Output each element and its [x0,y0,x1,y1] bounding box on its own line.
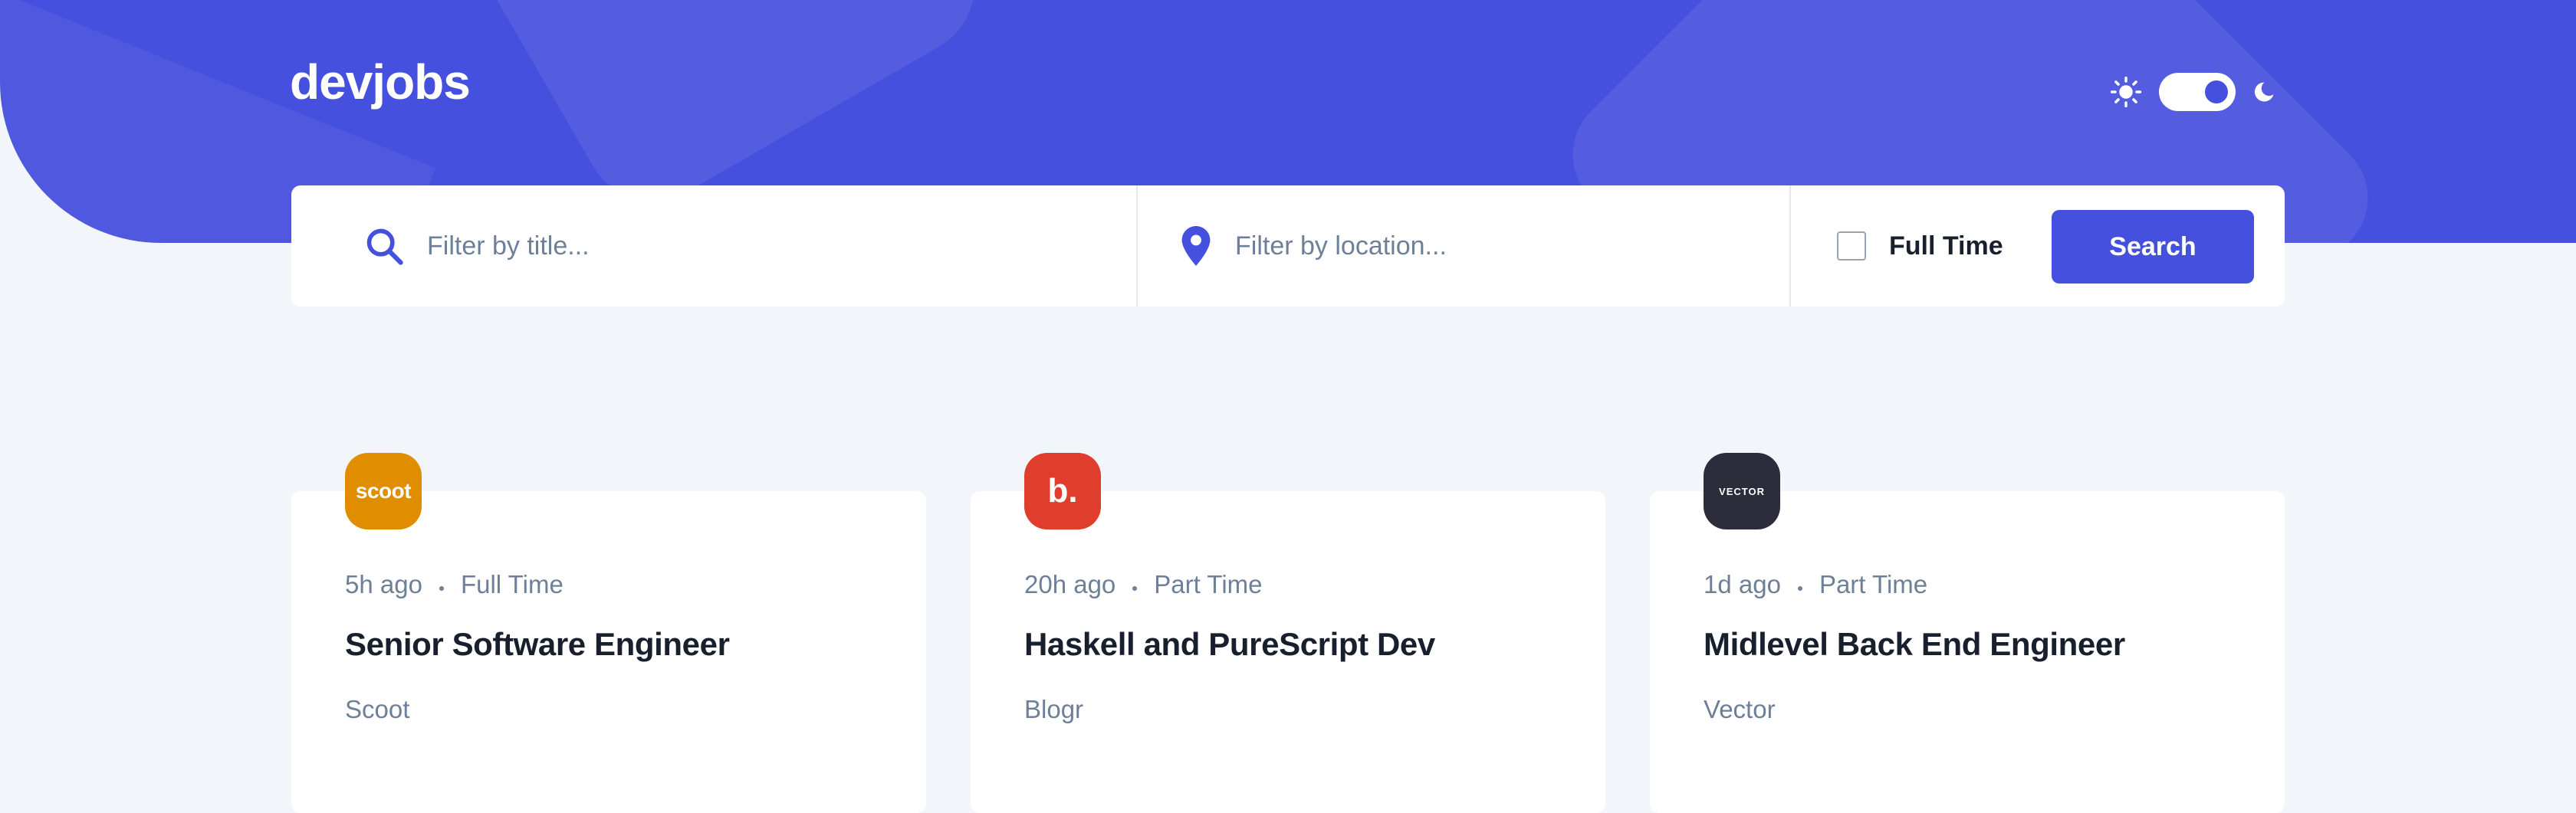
job-card[interactable]: VECTOR 1d ago Part Time Midlevel Back En… [1650,453,2285,813]
posted-time: 1d ago [1704,570,1781,598]
location-pin-icon [1181,226,1211,266]
company-name: Scoot [345,695,410,723]
title-filter [291,185,1138,307]
fulltime-label[interactable]: Full Time [1889,231,2003,261]
job-meta: 5h ago Full Time [345,570,564,599]
company-logo: scoot [345,453,422,529]
title-filter-input[interactable] [426,230,1119,262]
job-title[interactable]: Midlevel Back End Engineer [1704,626,2125,663]
moon-icon [2254,82,2274,102]
search-bar: Full Time Search [291,185,2285,307]
posted-time: 20h ago [1024,570,1116,598]
job-card[interactable]: b. 20h ago Part Time Haskell and PureScr… [971,453,1605,813]
job-meta: 20h ago Part Time [1024,570,1263,599]
sun-icon [2110,76,2142,108]
search-icon [366,228,403,265]
logo[interactable]: devjobs [290,54,471,110]
company-logo: VECTOR [1704,453,1780,529]
contract-type: Full Time [460,570,564,598]
job-meta: 1d ago Part Time [1704,570,1927,599]
company-name: Vector [1704,695,1776,723]
theme-toggle[interactable] [2110,72,2275,112]
contract-type: Part Time [1819,570,1928,598]
location-filter [1138,185,1791,307]
location-filter-input[interactable] [1234,230,1773,262]
posted-time: 5h ago [345,570,422,598]
contract-type: Part Time [1154,570,1263,598]
job-card[interactable]: scoot 5h ago Full Time Senior Software E… [291,453,926,813]
job-title[interactable]: Haskell and PureScript Dev [1024,626,1435,663]
job-title[interactable]: Senior Software Engineer [345,626,730,663]
separator-dot [1797,586,1802,591]
separator-dot [439,586,444,591]
search-button[interactable]: Search [2052,210,2254,284]
separator-dot [1132,586,1138,591]
theme-switch[interactable] [2159,73,2236,111]
fulltime-filter: Full Time Search [1791,185,2285,307]
company-logo: b. [1024,453,1101,529]
fulltime-checkbox[interactable] [1837,231,1866,261]
switch-knob [2205,80,2228,103]
company-name: Blogr [1024,695,1084,723]
